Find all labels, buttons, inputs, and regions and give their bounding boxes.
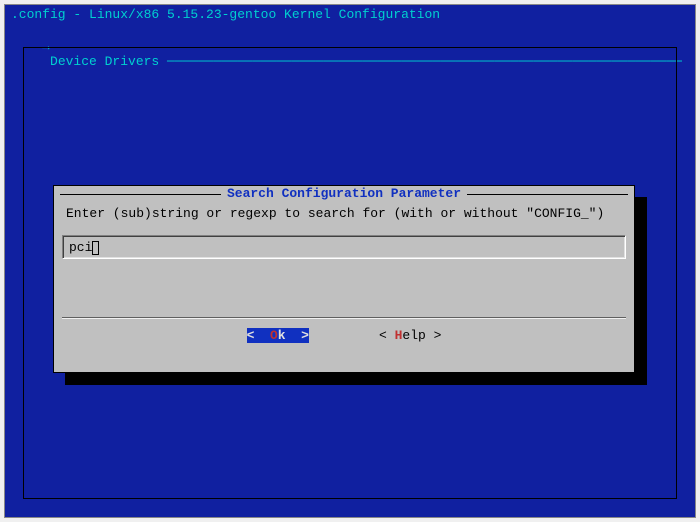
dialog-instruction: Enter (sub)string or regexp to search fo… (54, 204, 634, 223)
search-dialog: Search Configuration Parameter Enter (su… (53, 185, 635, 373)
button-row: < Ok > < Help > (54, 318, 634, 343)
window-title: .config - Linux/x86 5.15.23-gentoo Kerne… (5, 5, 695, 24)
help-button[interactable]: < Help > (379, 328, 441, 343)
text-cursor-icon (92, 241, 99, 255)
dialog-title: Search Configuration Parameter (221, 186, 467, 201)
search-input-value: pci (69, 240, 92, 255)
search-input[interactable]: pci (62, 235, 626, 259)
ok-button[interactable]: < Ok > (247, 328, 309, 343)
main-window: .config - Linux/x86 5.15.23-gentoo Kerne… (4, 4, 696, 518)
dialog-title-row: Search Configuration Parameter (54, 186, 634, 204)
